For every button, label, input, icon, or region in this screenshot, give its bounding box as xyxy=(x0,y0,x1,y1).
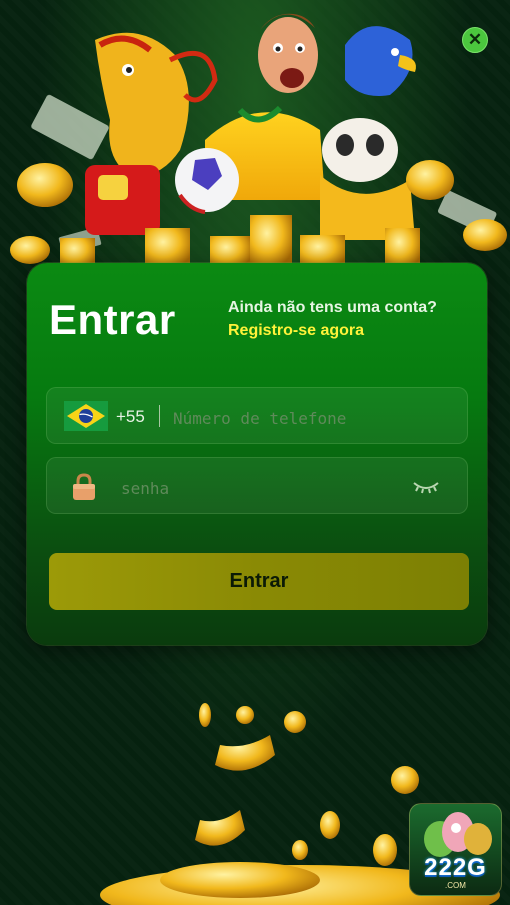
eye-closed-icon[interactable] xyxy=(412,476,440,496)
close-button[interactable]: ✕ xyxy=(462,27,488,53)
no-account-text: Ainda não tens uma conta? xyxy=(228,299,437,316)
login-submit-button[interactable]: Entrar xyxy=(49,553,469,610)
country-code[interactable]: +55 xyxy=(116,407,145,427)
field-divider xyxy=(159,405,160,427)
parrot-icon xyxy=(345,26,416,96)
hero-banner-illustration xyxy=(10,13,507,268)
red-envelope-icon xyxy=(85,165,160,235)
brand-logo-badge[interactable]: 222G .COM xyxy=(409,803,502,896)
phone-input[interactable] xyxy=(171,406,455,430)
login-card: Entrar Ainda não tens uma conta? Registr… xyxy=(27,263,487,645)
close-icon: ✕ xyxy=(467,30,483,49)
brazil-flag-icon xyxy=(64,401,108,431)
phone-field[interactable]: +55 xyxy=(46,387,468,444)
brand-logo-suffix: .COM xyxy=(445,881,466,890)
password-field[interactable] xyxy=(46,457,468,514)
panda-icon xyxy=(320,118,415,240)
register-link[interactable]: Registro-se agora xyxy=(228,322,364,340)
brand-logo-text: 222G xyxy=(424,854,487,881)
mascots-icon xyxy=(424,812,492,857)
soccer-ball-icon xyxy=(175,148,239,214)
login-title: Entrar xyxy=(49,296,176,343)
password-input[interactable] xyxy=(119,476,393,500)
lock-icon xyxy=(73,473,95,500)
